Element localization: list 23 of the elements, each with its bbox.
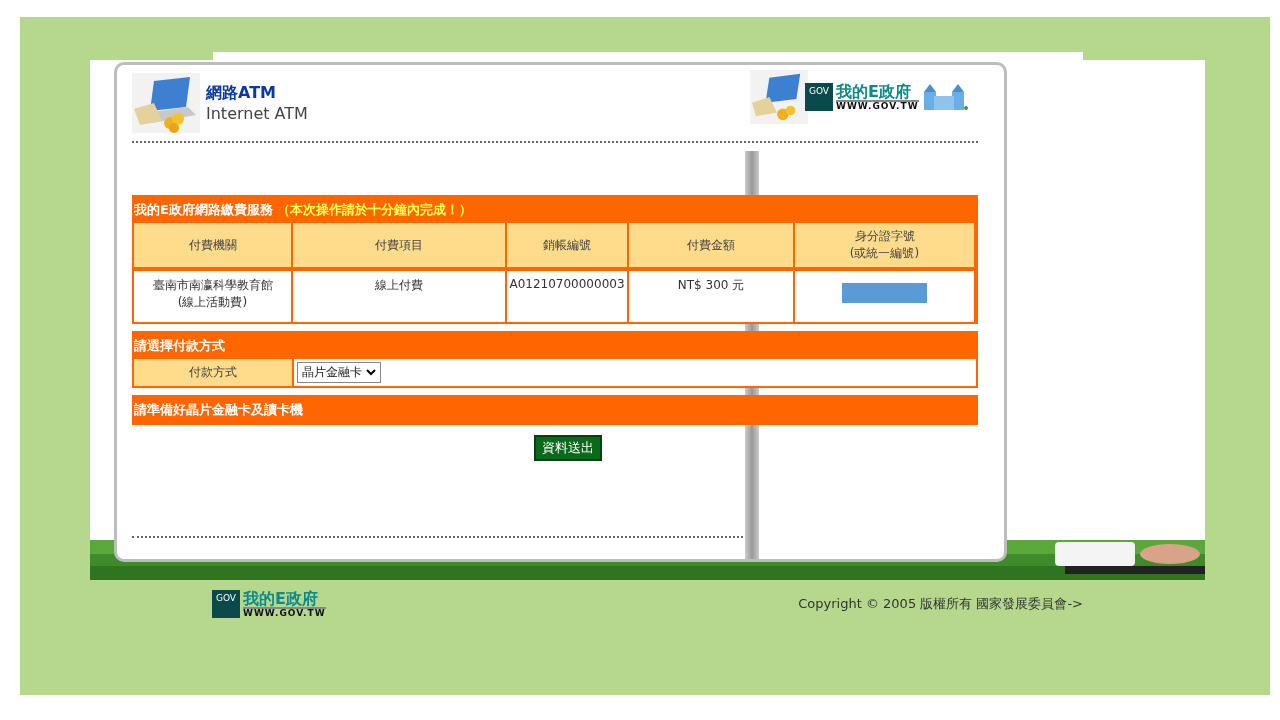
logo-text: 我的E政府 (243, 590, 326, 609)
section-header: 我的E政府網路繳費服務 （本次操作請於十分鐘內完成！） (133, 201, 473, 219)
laptop-icon (132, 73, 200, 133)
gov-badge: GOV (212, 590, 240, 618)
copyright-text: Copyright © 2005 版權所有 國家發展委員會-> (798, 595, 1083, 613)
submit-button[interactable]: 資料送出 (534, 435, 602, 461)
castle-icon (921, 82, 968, 112)
app-subtitle: Internet ATM (206, 104, 308, 123)
table-cell: 線上付費 (293, 271, 505, 322)
table-cell: NT$ 300 元 (629, 271, 793, 322)
logo-url: WWW.GOV.TW (836, 101, 919, 111)
caret-icon (366, 369, 376, 376)
field-label: 付款方式 (134, 359, 292, 386)
section-header: 請選擇付款方式 (133, 337, 226, 355)
table-cell: 臺南市南瀛科學教育館 (線上活動費) (134, 271, 291, 322)
logo-url: WWW.GOV.TW (243, 608, 326, 618)
payment-dropdown[interactable]: 晶片金融卡 (297, 362, 381, 383)
logo-text: 我的E政府 (836, 83, 919, 102)
laptop-icon (750, 70, 808, 124)
section-header: 請準備好晶片金融卡及讀卡機 (133, 401, 304, 419)
table-cell: A01210700000003 (507, 271, 627, 322)
gov-badge: GOV (805, 83, 833, 111)
app-title: 網路ATM (206, 83, 277, 104)
